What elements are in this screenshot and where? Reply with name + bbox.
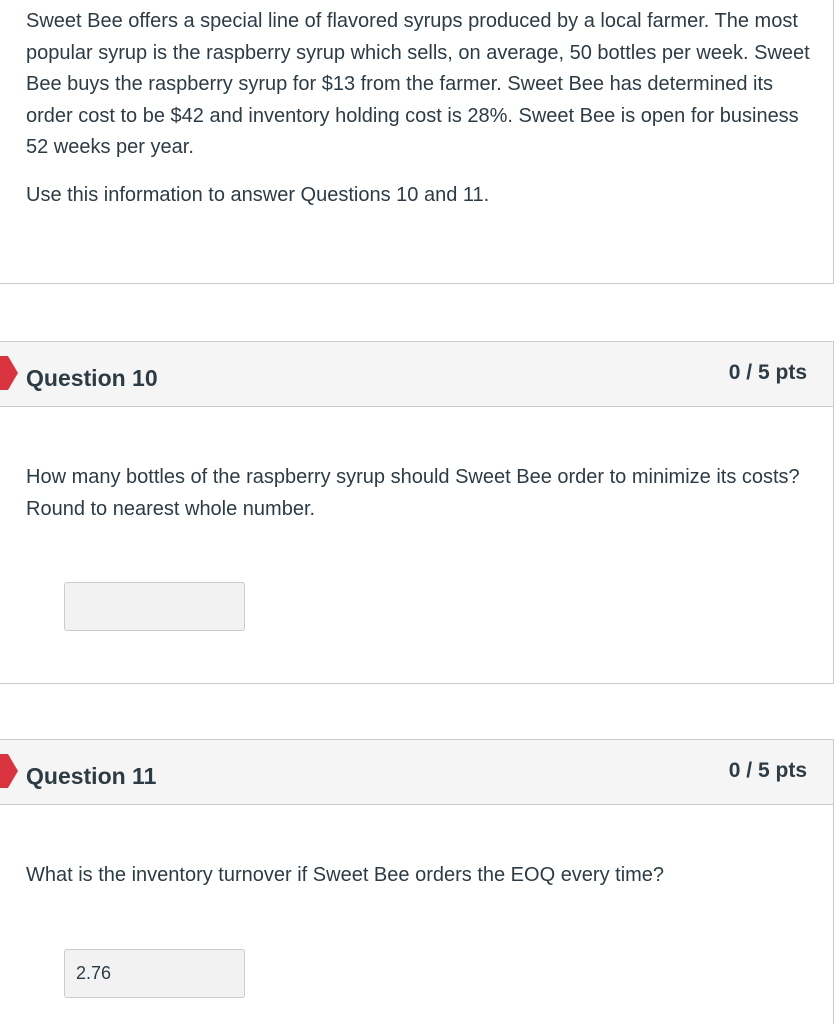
intro-paragraph: Sweet Bee offers a special line of flavo…	[26, 10, 810, 159]
question-11-header: Question 11 0 / 5 pts	[0, 739, 834, 805]
answer-field[interactable]: 2.76	[64, 949, 245, 998]
incorrect-flag-icon	[0, 754, 18, 788]
question-title: Question 10	[26, 365, 158, 391]
incorrect-flag-icon	[0, 356, 18, 390]
question-text: How many bottles of the raspberry syrup …	[26, 466, 800, 520]
question-11-body: What is the inventory turnover if Sweet …	[0, 804, 834, 1024]
question-text: What is the inventory turnover if Sweet …	[26, 864, 665, 886]
question-points: 0 / 5 pts	[728, 361, 807, 384]
intro-instruction: Use this information to answer Questions…	[26, 184, 490, 206]
answer-field[interactable]	[64, 582, 245, 631]
question-title: Question 11	[26, 763, 157, 789]
question-group-text: Sweet Bee offers a special line of flavo…	[0, 0, 834, 284]
quiz-results-page: Sweet Bee offers a special line of flavo…	[0, 0, 836, 1024]
question-10-header: Question 10 0 / 5 pts	[0, 341, 834, 407]
question-10-body: How many bottles of the raspberry syrup …	[0, 406, 834, 684]
question-points: 0 / 5 pts	[728, 759, 807, 782]
